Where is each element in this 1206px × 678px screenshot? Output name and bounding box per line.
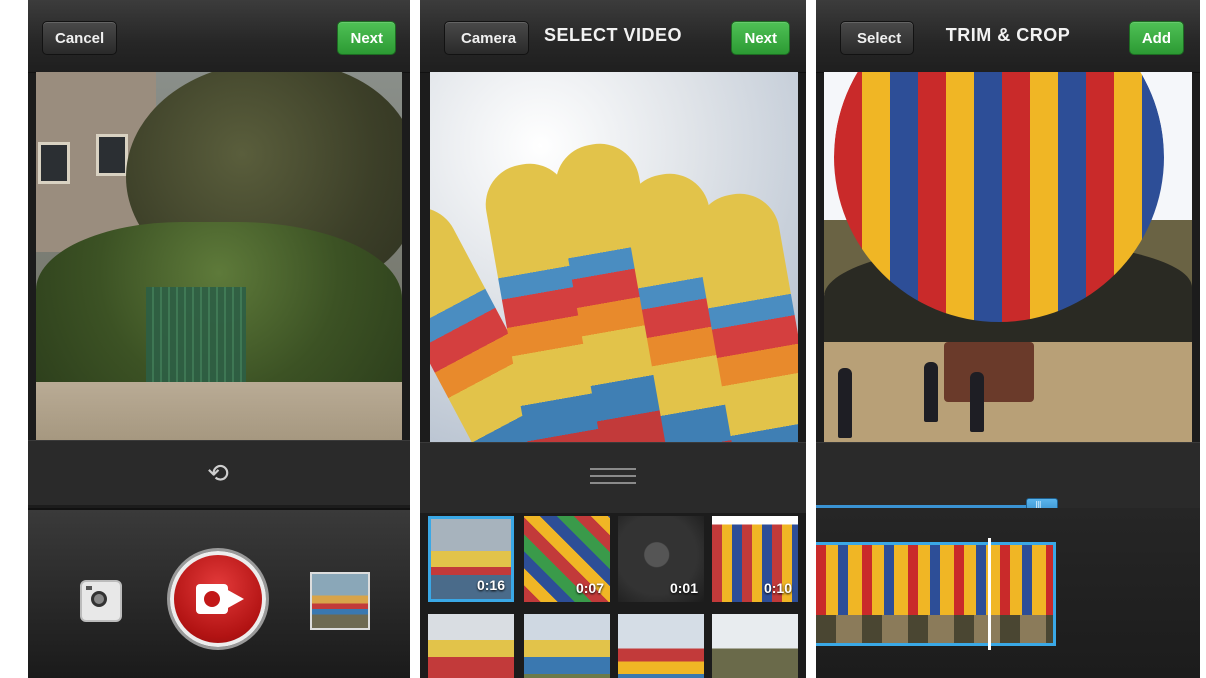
video-preview[interactable] xyxy=(430,72,798,442)
cancel-button[interactable]: Cancel xyxy=(42,21,118,55)
camera-viewfinder[interactable] xyxy=(36,72,402,440)
video-duration: 0:10 xyxy=(763,580,792,596)
person-figure xyxy=(838,368,852,438)
camera-top-bar: Cancel Next xyxy=(28,0,410,73)
video-duration: 0:01 xyxy=(669,580,698,596)
select-video-screen: Camera SELECT VIDEO Next 0:16 0:07 0:01 … xyxy=(420,0,806,678)
person-figure xyxy=(924,362,938,422)
trim-crop-screen: Select TRIM & CROP Add xyxy=(816,0,1200,678)
video-thumbnail[interactable] xyxy=(712,614,798,678)
video-thumbnail[interactable] xyxy=(428,614,514,678)
record-button[interactable] xyxy=(170,551,266,647)
camera-controls xyxy=(28,508,410,678)
timeline-area xyxy=(816,508,1200,678)
camera-options-bar: ⟲ xyxy=(28,440,410,505)
camera-screen: Cancel Next ⟲ xyxy=(28,0,410,678)
video-grid: 0:16 0:07 0:01 0:10 xyxy=(428,516,800,678)
drawer-handle-bar[interactable] xyxy=(420,442,806,513)
camera-flip-icon[interactable]: ⟲ xyxy=(200,458,236,488)
video-thumbnail[interactable]: 0:07 xyxy=(524,516,610,602)
trim-slider-bar xyxy=(816,442,1200,518)
select-video-top-bar: Camera SELECT VIDEO Next xyxy=(420,0,806,73)
video-thumbnail[interactable]: 0:10 xyxy=(712,516,798,602)
add-button[interactable]: Add xyxy=(1128,21,1184,55)
next-button[interactable]: Next xyxy=(337,21,396,55)
next-button[interactable]: Next xyxy=(731,21,790,55)
crop-preview[interactable] xyxy=(824,72,1192,442)
video-duration: 0:07 xyxy=(575,580,604,596)
playhead-marker[interactable] xyxy=(988,538,991,650)
video-filmstrip[interactable] xyxy=(816,542,1056,646)
video-thumbnail[interactable]: 0:01 xyxy=(618,516,704,602)
gate-scene xyxy=(146,287,246,382)
video-thumbnail[interactable] xyxy=(524,614,610,678)
video-camera-icon xyxy=(196,584,228,614)
video-duration: 0:16 xyxy=(476,577,505,593)
video-thumbnail[interactable]: 0:16 xyxy=(428,516,514,602)
instagram-icon[interactable] xyxy=(80,580,122,622)
trim-crop-top-bar: Select TRIM & CROP Add xyxy=(816,0,1200,73)
person-figure xyxy=(970,372,984,432)
ground-scene xyxy=(36,382,402,440)
balloon-basket-scene xyxy=(944,342,1034,402)
gallery-thumbnail-button[interactable] xyxy=(310,572,370,630)
drag-handle-icon[interactable] xyxy=(590,468,636,484)
video-thumbnail[interactable] xyxy=(618,614,704,678)
